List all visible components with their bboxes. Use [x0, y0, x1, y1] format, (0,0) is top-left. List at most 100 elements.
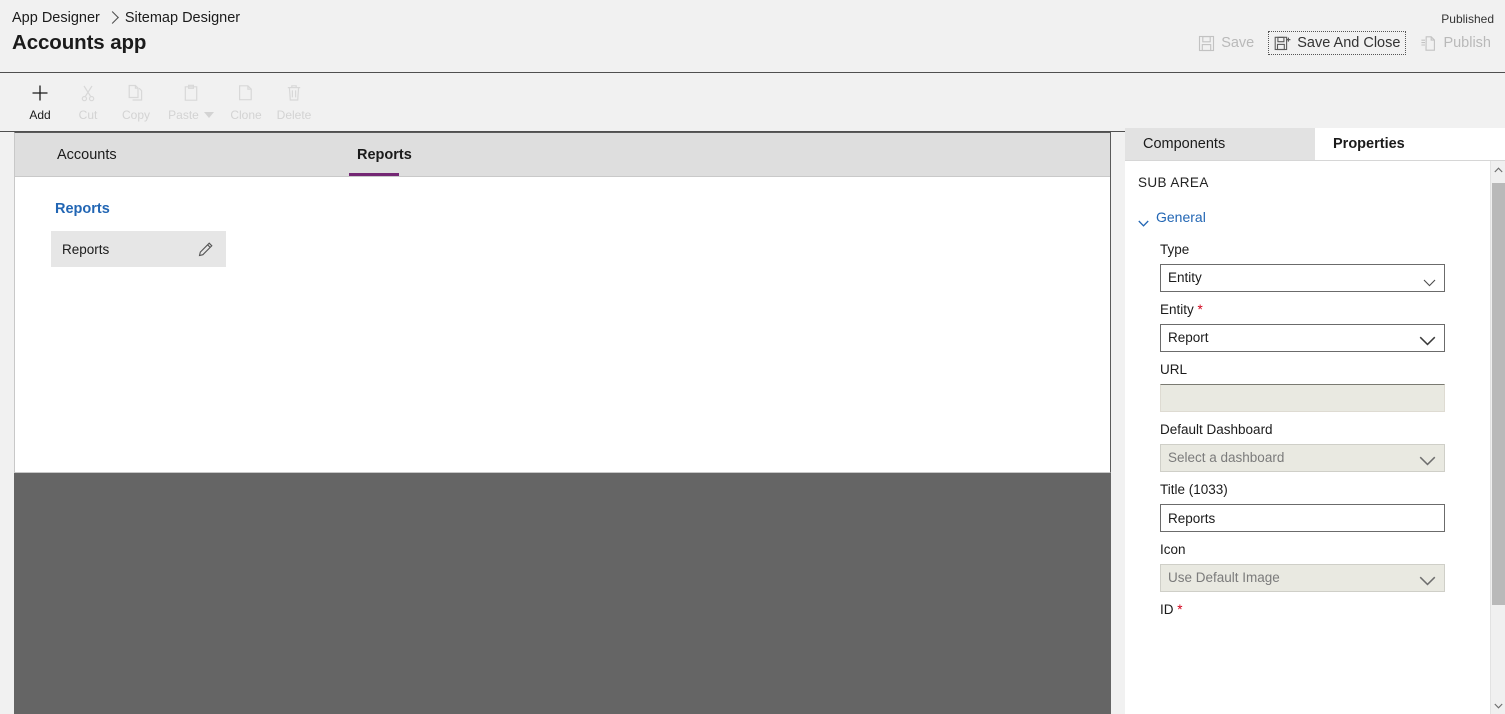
toolbar-clone-label: Clone — [230, 108, 262, 122]
chevron-down-icon — [1138, 214, 1149, 227]
field-type: Type Entity — [1138, 242, 1479, 292]
toolbar-clone-button[interactable]: Clone — [222, 74, 270, 122]
toolbar-cut-button[interactable]: Cut — [64, 74, 112, 122]
page-title: Accounts app — [12, 31, 147, 54]
tab-accounts[interactable]: Accounts — [49, 133, 209, 176]
toolbar-copy-button[interactable]: Copy — [112, 74, 160, 122]
toolbar-copy-label: Copy — [121, 108, 150, 122]
toolbar-delete-button[interactable]: Delete — [270, 74, 318, 122]
field-url: URL — [1138, 362, 1479, 412]
field-type-label: Type — [1160, 242, 1479, 257]
tab-reports[interactable]: Reports — [349, 133, 509, 176]
field-entity-label: Entity * — [1160, 302, 1479, 317]
breadcrumb-app-designer[interactable]: App Designer — [12, 10, 100, 26]
toolbar-delete-label: Delete — [276, 108, 312, 122]
copy-icon — [126, 81, 146, 105]
required-marker: * — [1197, 302, 1203, 317]
save-and-close-button-label: Save And Close — [1297, 35, 1401, 51]
chevron-down-icon[interactable] — [203, 112, 214, 118]
toolbar-add-button[interactable]: Add — [16, 74, 64, 122]
field-icon-label: Icon — [1160, 542, 1479, 557]
default-dashboard-select[interactable]: Select a dashboard — [1160, 444, 1445, 472]
tab-components[interactable]: Components — [1125, 128, 1315, 160]
toolbar-paste-button[interactable]: Paste — [160, 74, 222, 122]
clipboard-icon — [181, 81, 201, 105]
toolbar-cut-label: Cut — [78, 108, 98, 122]
properties-panel: Components Properties SUB AREA General T… — [1125, 128, 1505, 714]
field-title: Title (1033) — [1138, 482, 1479, 532]
clone-icon — [236, 81, 256, 105]
tab-components-label: Components — [1143, 136, 1226, 152]
panel-body: SUB AREA General Type Entity Entity * Re… — [1125, 160, 1505, 714]
subarea-label: Reports — [62, 241, 110, 257]
breadcrumb-sitemap-designer[interactable]: Sitemap Designer — [125, 10, 240, 26]
field-entity: Entity * Report — [1138, 302, 1479, 352]
tab-reports-label: Reports — [357, 146, 412, 163]
save-button[interactable]: Save — [1192, 31, 1260, 55]
pencil-icon[interactable] — [197, 241, 214, 258]
type-select[interactable]: Entity — [1160, 264, 1445, 292]
save-and-close-button[interactable]: Save And Close — [1268, 31, 1407, 55]
tab-properties-label: Properties — [1333, 136, 1405, 152]
save-and-close-icon — [1274, 35, 1291, 52]
trash-icon — [284, 81, 304, 105]
sitemap-designer-app: App Designer Sitemap Designer Accounts a… — [0, 0, 1505, 714]
section-general-toggle[interactable]: General — [1138, 209, 1479, 227]
tab-accounts-label: Accounts — [57, 146, 117, 163]
scissors-icon — [78, 81, 98, 105]
field-default-dashboard-control[interactable]: Select a dashboard — [1160, 444, 1445, 472]
field-url-label: URL — [1160, 362, 1479, 377]
field-id: ID * — [1138, 602, 1479, 617]
required-marker: * — [1177, 602, 1183, 617]
publish-button[interactable]: Publish — [1414, 31, 1497, 55]
scroll-down-arrow-icon[interactable] — [1491, 697, 1505, 714]
field-icon: Icon Use Default Image — [1138, 542, 1479, 592]
field-url-label-text: URL — [1160, 362, 1188, 377]
url-input[interactable] — [1160, 384, 1445, 412]
field-entity-control[interactable]: Report — [1160, 324, 1445, 352]
group-title[interactable]: Reports — [55, 201, 1110, 217]
panel-scrollbar[interactable] — [1490, 161, 1505, 714]
field-entity-label-text: Entity — [1160, 302, 1194, 317]
default-dashboard-placeholder: Select a dashboard — [1168, 450, 1285, 465]
field-title-label: Title (1033) — [1160, 482, 1479, 497]
field-title-label-text: Title (1033) — [1160, 482, 1228, 497]
type-select-value: Entity — [1168, 270, 1202, 285]
published-status: Published — [1441, 12, 1494, 26]
field-icon-control[interactable]: Use Default Image — [1160, 564, 1445, 592]
plus-icon — [30, 81, 50, 105]
section-caption: SUB AREA — [1138, 175, 1209, 190]
scroll-up-arrow-icon[interactable] — [1491, 161, 1505, 179]
field-default-dashboard-label-text: Default Dashboard — [1160, 422, 1273, 437]
field-id-label-text: ID — [1160, 602, 1174, 617]
title-input[interactable] — [1160, 504, 1445, 532]
save-button-label: Save — [1221, 35, 1255, 51]
icon-select[interactable]: Use Default Image — [1160, 564, 1445, 592]
field-title-control[interactable] — [1160, 504, 1445, 532]
subarea-tile-reports[interactable]: Reports — [51, 231, 226, 267]
entity-select-value: Report — [1168, 330, 1209, 345]
field-default-dashboard-label: Default Dashboard — [1160, 422, 1479, 437]
panel-tabs: Components Properties — [1125, 128, 1505, 160]
section-general-label: General — [1156, 209, 1206, 225]
area-tabs: Accounts Reports — [15, 133, 1110, 177]
sitemap-canvas: Accounts Reports Reports Reports — [14, 132, 1111, 473]
icon-select-placeholder: Use Default Image — [1168, 570, 1280, 585]
field-type-label-text: Type — [1160, 242, 1190, 257]
field-type-control[interactable]: Entity — [1160, 264, 1445, 292]
tab-properties[interactable]: Properties — [1315, 128, 1505, 160]
field-default-dashboard: Default Dashboard Select a dashboard — [1138, 422, 1479, 472]
publish-icon — [1420, 35, 1437, 52]
toolbar-add-label: Add — [29, 108, 51, 122]
panel-form: SUB AREA General Type Entity Entity * Re… — [1125, 161, 1479, 617]
field-url-control[interactable] — [1160, 384, 1445, 412]
save-icon — [1198, 35, 1215, 52]
canvas-body: Reports Reports — [15, 177, 1110, 267]
breadcrumb-chevron-icon — [105, 10, 119, 24]
canvas-backdrop — [14, 473, 1111, 714]
scroll-thumb[interactable] — [1492, 183, 1505, 605]
command-bar: Add Cut Copy Paste Clone Delete — [0, 74, 1505, 132]
app-header: App Designer Sitemap Designer Accounts a… — [0, 0, 1505, 73]
entity-select[interactable]: Report — [1160, 324, 1445, 352]
field-id-label: ID * — [1160, 602, 1479, 617]
